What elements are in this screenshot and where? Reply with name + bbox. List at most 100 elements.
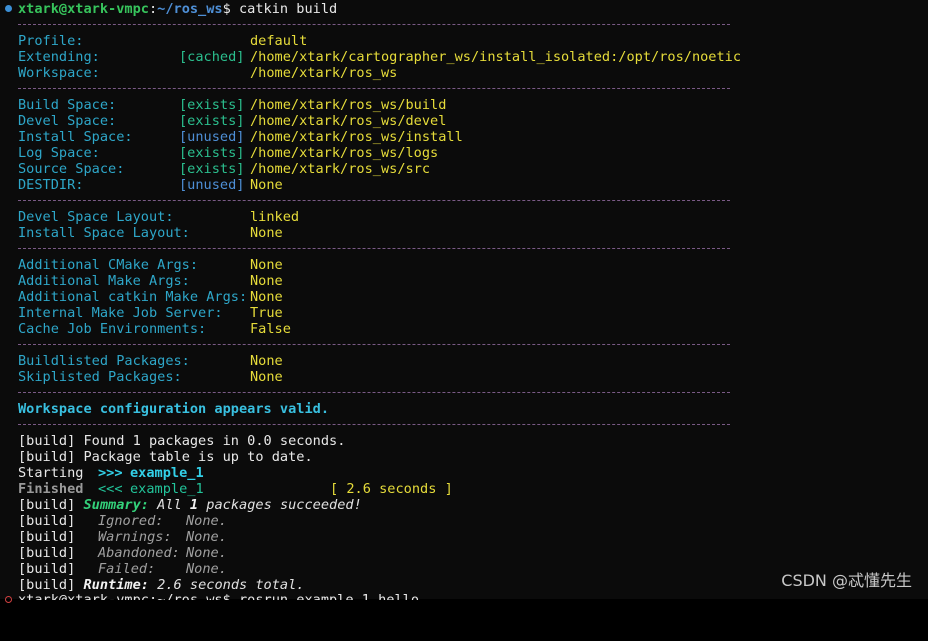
warnings-value: None. (186, 529, 227, 545)
build-tag: [build] (18, 433, 76, 449)
workspace-label: Workspace: (18, 65, 100, 81)
extending-value: /home/xtark/cartographer_ws/install_isol… (250, 49, 742, 65)
failed-label: Failed: (98, 561, 156, 577)
summary-row: [build] Summary: All 1 packages succeede… (18, 497, 928, 513)
space-value: None (250, 177, 283, 193)
space-value: /home/xtark/ros_ws/src (250, 161, 431, 177)
abandoned-label: Abandoned: (98, 545, 180, 561)
ignored-row: [build] Ignored: None. (18, 513, 928, 529)
build-found-row: [build] Found 1 packages in 0.0 seconds. (18, 433, 928, 449)
space-value: /home/xtark/ros_ws/build (250, 97, 447, 113)
layout-value: None (250, 225, 283, 241)
separator-line (18, 200, 730, 201)
starting-arrow: >>> (98, 465, 123, 481)
build-tag: [build] (18, 449, 76, 465)
space-value: /home/xtark/ros_ws/devel (250, 113, 447, 129)
space-row: Source Space: [exists] /home/xtark/ros_ws/… (18, 161, 928, 177)
space-label: Devel Space: (18, 113, 117, 129)
valid-message-row: Workspace configuration appears valid. (18, 401, 928, 417)
arg-label: Additional catkin Make Args: (18, 289, 248, 305)
arg-row: Additional Make Args: None (18, 273, 928, 289)
build-tag: [build] (18, 577, 76, 593)
build-tag: [build] (18, 545, 76, 561)
config-row-profile: Profile: default (18, 33, 928, 49)
starting-label: Starting (18, 465, 84, 481)
finished-row: Finished <<< example_1 [ 2.6 seconds ] (18, 481, 928, 497)
build-found-text: Found 1 packages in 0.0 seconds. (83, 433, 346, 449)
summary-pre: All (157, 497, 182, 513)
build-tag: [build] (18, 561, 76, 577)
layout-label: Devel Space Layout: (18, 209, 174, 225)
space-status: [exists] (179, 113, 245, 129)
package-list-label: Skiplisted Packages: (18, 369, 182, 385)
runtime-value: 2.6 seconds total. (157, 577, 305, 593)
starting-package: example_1 (130, 465, 204, 481)
separator-line (18, 24, 730, 25)
layout-label: Install Space Layout: (18, 225, 190, 241)
arg-value: False (250, 321, 291, 337)
arg-row: Internal Make Job Server: True (18, 305, 928, 321)
space-status: [exists] (179, 97, 245, 113)
separator-line (18, 248, 730, 249)
profile-value: default (250, 33, 308, 49)
args-block: Additional CMake Args: None Additional Mak… (18, 257, 928, 337)
terminal-output: xtark@xtark-vmpc:~/ros_ws$ catkin build … (18, 1, 928, 593)
space-row: DESTDIR: [unused] None (18, 177, 928, 193)
layout-row: Install Space Layout: None (18, 225, 928, 241)
build-tag: [build] (18, 497, 76, 513)
next-prompt-status-dot-icon (5, 596, 12, 603)
space-row: Build Space: [exists] /home/xtark/ros_ws/b… (18, 97, 928, 113)
summary-post: packages succeeded! (206, 497, 362, 513)
space-row: Log Space: [exists] /home/xtark/ros_ws/log… (18, 145, 928, 161)
build-tag: [build] (18, 529, 76, 545)
arg-value: None (250, 289, 283, 305)
finished-package: example_1 (130, 481, 204, 497)
workspace-value: /home/xtark/ros_ws (250, 65, 398, 81)
space-status: [exists] (179, 145, 245, 161)
space-row: Devel Space: [exists] /home/xtark/ros_ws/d… (18, 113, 928, 129)
package-list-value: None (250, 353, 283, 369)
build-uptodate-row: [build] Package table is up to date. (18, 449, 928, 465)
runtime-label: Runtime: (83, 577, 149, 593)
failed-value: None. (186, 561, 227, 577)
package-list-label: Buildlisted Packages: (18, 353, 190, 369)
space-status: [unused] (179, 129, 245, 145)
summary-label: Summary: (83, 497, 149, 513)
prompt-line: xtark@xtark-vmpc:~/ros_ws$ catkin build (18, 1, 338, 17)
prompt-user-host: xtark@xtark-vmpc (18, 1, 149, 17)
build-uptodate-text: Package table is up to date. (83, 449, 313, 465)
watermark: CSDN @忒懂先生 (781, 571, 912, 590)
space-status: [exists] (179, 161, 245, 177)
finished-label: Finished (18, 481, 84, 497)
build-tag: [build] (18, 513, 76, 529)
config-row-workspace: Workspace: /home/xtark/ros_ws (18, 65, 928, 81)
package-list-row: Skiplisted Packages: None (18, 369, 928, 385)
config-row-extending: Extending: [cached] /home/xtark/cartogra… (18, 49, 928, 65)
abandoned-row: [build] Abandoned: None. (18, 545, 928, 561)
warnings-label: Warnings: (98, 529, 172, 545)
space-status: [unused] (179, 177, 245, 193)
summary-count: 1 (189, 497, 199, 513)
prompt-symbol: $ (222, 1, 231, 17)
valid-message: Workspace configuration appears valid. (18, 401, 329, 417)
layout-value: linked (250, 209, 300, 225)
separator-line (18, 392, 730, 393)
prompt-command: catkin build (239, 1, 338, 17)
starting-row: Starting >>> example_1 (18, 465, 928, 481)
separator-line (18, 344, 730, 345)
space-value: /home/xtark/ros_ws/logs (250, 145, 439, 161)
spaces-block: Build Space: [exists] /home/xtark/ros_ws/b… (18, 97, 928, 193)
space-label: Source Space: (18, 161, 125, 177)
arg-value: None (250, 257, 283, 273)
finished-time: [ 2.6 seconds ] (330, 481, 453, 497)
arg-value: None (250, 273, 283, 289)
layout-block: Devel Space Layout: linked Install Space L… (18, 209, 928, 241)
package-list-value: None (250, 369, 283, 385)
ignored-value: None. (186, 513, 227, 529)
prompt-status-dot-icon (5, 5, 12, 12)
space-label: Log Space: (18, 145, 100, 161)
arg-label: Internal Make Job Server: (18, 305, 223, 321)
ignored-label: Ignored: (98, 513, 164, 529)
finished-arrow: <<< (98, 481, 123, 497)
warnings-row: [build] Warnings: None. (18, 529, 928, 545)
